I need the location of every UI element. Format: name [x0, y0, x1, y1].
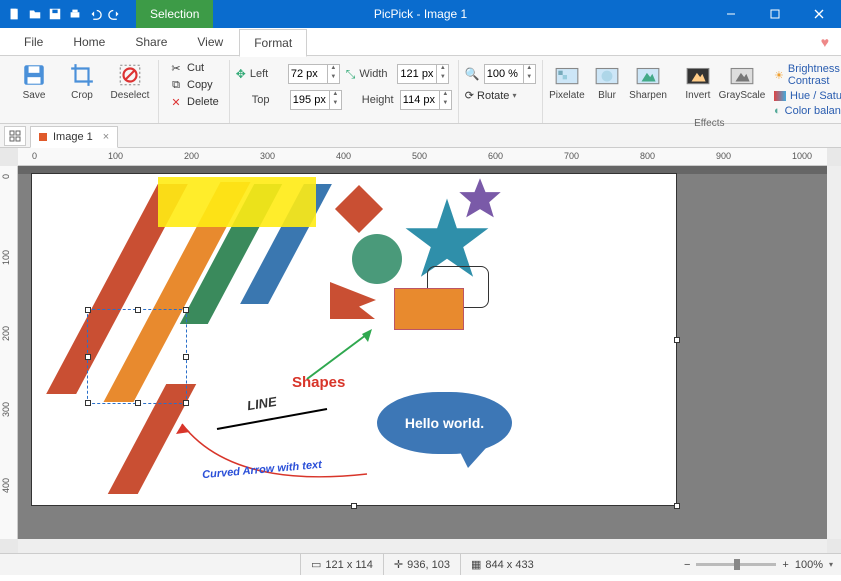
blur-icon — [594, 62, 620, 88]
quick-access-toolbar — [0, 5, 124, 23]
hue-icon — [774, 91, 786, 101]
width-input[interactable]: ▲▼ — [397, 64, 449, 84]
close-button[interactable] — [797, 0, 841, 28]
doc-tab-image1[interactable]: Image 1 × — [30, 126, 118, 148]
deselect-button[interactable]: Deselect — [108, 60, 152, 101]
zoom-out-icon[interactable]: − — [684, 559, 690, 571]
image-size-icon: ▦ — [471, 558, 481, 571]
deselect-icon — [117, 62, 143, 88]
vertical-ruler: 0100200300400 — [0, 166, 18, 539]
save-icon[interactable] — [46, 5, 64, 23]
shape-diamond[interactable] — [335, 185, 383, 233]
contextual-tab-selection[interactable]: Selection — [136, 0, 213, 28]
grayscale-button[interactable]: GrayScale — [720, 60, 764, 101]
canvas-handle[interactable] — [351, 503, 357, 509]
print-icon[interactable] — [66, 5, 84, 23]
crop-button[interactable]: Crop — [60, 60, 104, 101]
zoom-in-icon[interactable]: + — [782, 559, 788, 571]
copy-icon: ⧉ — [169, 78, 183, 92]
zoom-slider[interactable] — [696, 563, 776, 566]
colorbalance-button[interactable]: ◐Color balance — [774, 104, 841, 118]
work-area: 01002003004005006007008009001000 0100200… — [0, 148, 841, 553]
menu-tabs: File Home Share View Format ♥ — [0, 28, 841, 56]
left-input[interactable]: ▲▼ — [288, 64, 340, 84]
zoom-input[interactable]: ▲▼ — [484, 64, 536, 84]
hue-button[interactable]: Hue / Saturation — [774, 89, 841, 103]
titlebar: Selection PicPick - Image 1 — [0, 0, 841, 28]
canvas[interactable]: LINE Shapes Curved Arrow with text Hello… — [32, 174, 676, 505]
invert-button[interactable]: Invert — [680, 60, 716, 101]
shape-speech-bubble[interactable]: Hello world. — [377, 392, 512, 454]
sun-icon: ☀ — [774, 69, 784, 82]
canvas-handle[interactable] — [674, 503, 680, 509]
rotate-button[interactable]: ⟳Rotate▾ — [465, 89, 536, 102]
cut-icon: ✂ — [169, 61, 183, 75]
maximize-button[interactable] — [753, 0, 797, 28]
status-image-size: ▦844 x 433 — [460, 554, 544, 575]
redo-icon[interactable] — [106, 5, 124, 23]
blur-button[interactable]: Blur — [589, 60, 625, 101]
vertical-scrollbar[interactable] — [827, 166, 841, 539]
zoom-control[interactable]: − + 100% ▾ — [684, 559, 833, 571]
tab-view[interactable]: View — [183, 29, 237, 55]
palette-icon: ◐ — [774, 105, 781, 117]
pixelate-button[interactable]: Pixelate — [549, 60, 585, 101]
cursor-icon: ✛ — [394, 558, 403, 571]
shapes-label: Shapes — [292, 374, 345, 391]
size-icon: ⤡ — [346, 67, 356, 82]
ribbon: Save Crop Deselect ✂Cut ⧉Copy ✕Delete — [0, 56, 841, 124]
tab-grid-button[interactable] — [4, 126, 26, 146]
tab-share[interactable]: Share — [121, 29, 181, 55]
horizontal-scrollbar[interactable] — [18, 539, 827, 553]
arrows-icon: ✥ — [236, 67, 246, 81]
cut-button[interactable]: ✂Cut — [165, 60, 223, 76]
horizontal-ruler: 01002003004005006007008009001000 — [18, 148, 827, 166]
selection-rectangle[interactable] — [87, 309, 187, 404]
canvas-handle[interactable] — [674, 337, 680, 343]
height-input[interactable]: ▲▼ — [400, 90, 452, 110]
pixelate-icon — [554, 62, 580, 88]
shape-red-arrow[interactable] — [172, 414, 372, 494]
doc-icon — [39, 133, 47, 141]
new-icon[interactable] — [6, 5, 24, 23]
crop-icon — [69, 62, 95, 88]
heart-icon[interactable]: ♥ — [821, 34, 829, 50]
minimize-button[interactable] — [709, 0, 753, 28]
sharpen-button[interactable]: Sharpen — [629, 60, 667, 101]
brightness-button[interactable]: ☀Brightness / Contrast — [774, 62, 841, 88]
delete-icon: ✕ — [169, 95, 183, 109]
grayscale-icon — [729, 62, 755, 88]
window-title: PicPick - Image 1 — [374, 7, 467, 21]
undo-icon[interactable] — [86, 5, 104, 23]
shape-circle[interactable] — [352, 234, 402, 284]
rotate-icon: ⟳ — [465, 89, 474, 102]
tab-home[interactable]: Home — [59, 29, 119, 55]
invert-icon — [685, 62, 711, 88]
shape-triangle2[interactable] — [330, 282, 376, 318]
tab-format[interactable]: Format — [239, 29, 307, 57]
save-icon — [21, 62, 47, 88]
status-cursor-position: ✛936, 103 — [383, 554, 460, 575]
delete-button[interactable]: ✕Delete — [165, 94, 223, 110]
shape-yellow-rect[interactable] — [158, 177, 316, 227]
top-input[interactable]: ▲▼ — [290, 90, 342, 110]
canvas-viewport[interactable]: LINE Shapes Curved Arrow with text Hello… — [18, 166, 827, 539]
shape-star-small[interactable] — [457, 176, 503, 222]
shape-orange-rect[interactable] — [394, 288, 464, 330]
effects-group-label: Effects — [694, 118, 724, 131]
selection-size-icon: ▭ — [311, 558, 321, 571]
save-button[interactable]: Save — [12, 60, 56, 101]
status-bar: ▭121 x 114 ✛936, 103 ▦844 x 433 − + 100%… — [0, 553, 841, 575]
copy-button[interactable]: ⧉Copy — [165, 77, 223, 93]
tab-file[interactable]: File — [10, 29, 57, 55]
close-tab-icon[interactable]: × — [103, 131, 109, 143]
zoom-icon: 🔍 — [465, 67, 480, 81]
status-selection-size: ▭121 x 114 — [300, 554, 383, 575]
open-icon[interactable] — [26, 5, 44, 23]
sharpen-icon — [635, 62, 661, 88]
